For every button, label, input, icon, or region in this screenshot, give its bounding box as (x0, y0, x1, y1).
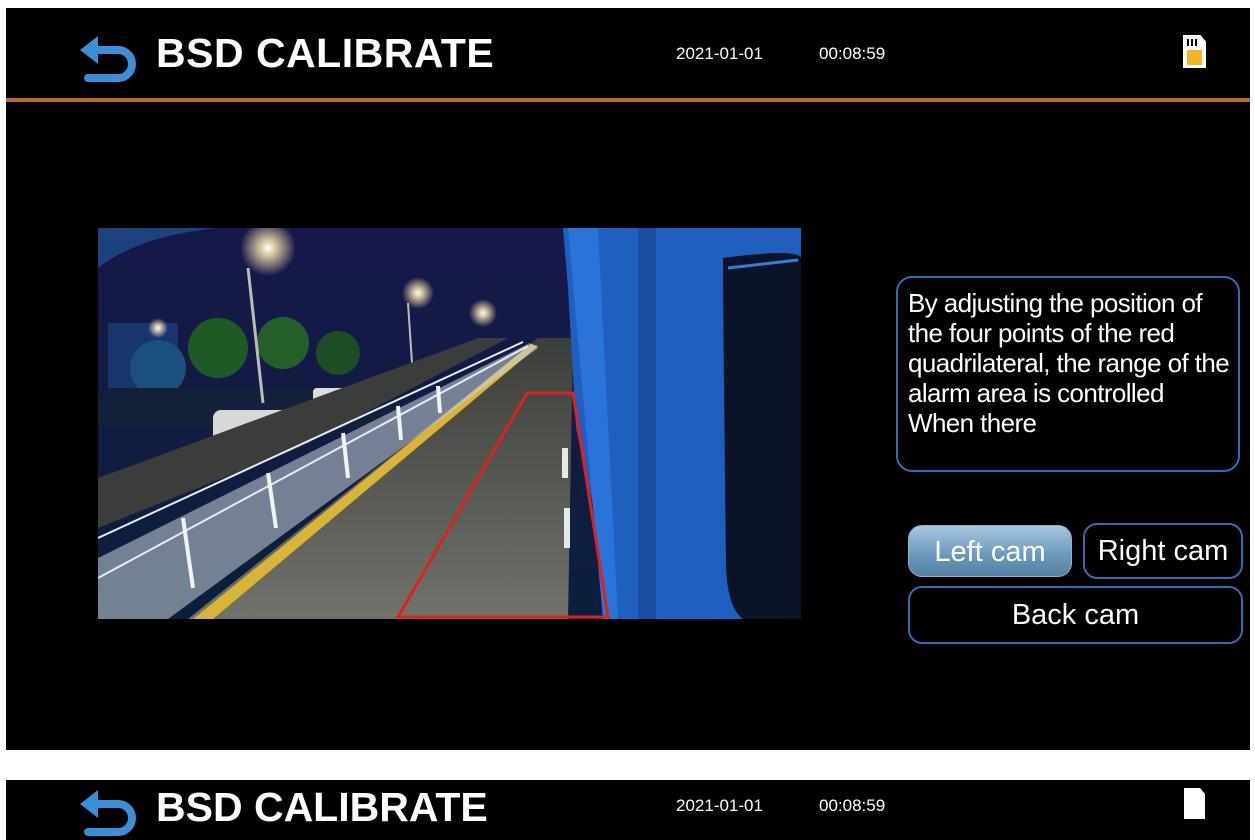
camera-view[interactable] (98, 228, 801, 619)
back-cam-button[interactable]: Back cam (908, 586, 1243, 644)
header-divider (6, 98, 1250, 102)
instruction-text-box: By adjusting the position of the four po… (896, 276, 1240, 472)
bsd-calibrate-screen: BSD CALIBRATE 2021-01-01 00:08:59 By adj… (6, 8, 1250, 750)
date-display: 2021-01-01 (676, 44, 763, 63)
back-arrow-icon[interactable] (78, 32, 142, 82)
right-cam-button[interactable]: Right cam (1083, 523, 1243, 579)
back-arrow-icon (80, 790, 136, 836)
time-display: 00:08:59 (819, 44, 886, 63)
time-display: 00:08:59 (819, 796, 886, 815)
header-bar: BSD CALIBRATE 2021-01-01 00:08:59 (6, 8, 1250, 100)
date-display: 2021-01-01 (676, 796, 763, 815)
sd-card-icon (1184, 788, 1205, 819)
page-title: BSD CALIBRATE (156, 30, 495, 76)
page-title: BSD CALIBRATE (156, 784, 488, 830)
second-screen-preview: BSD CALIBRATE 2021-01-01 00:08:59 (6, 780, 1250, 840)
sd-card-icon (1183, 35, 1206, 68)
left-cam-button[interactable]: Left cam (908, 525, 1072, 577)
